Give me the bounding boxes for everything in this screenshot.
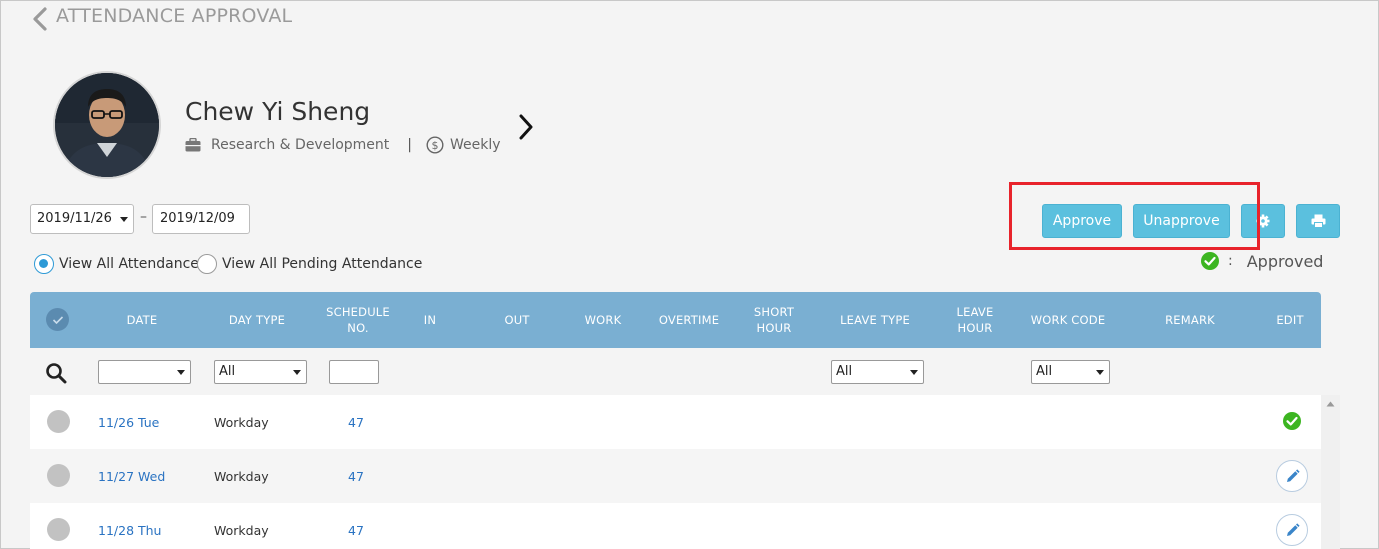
chevron-down-icon — [293, 370, 301, 375]
edit-button[interactable] — [1276, 514, 1308, 546]
table-header: DATE DAY TYPE SCHEDULE NO. IN OUT WORK OV… — [30, 292, 1321, 348]
radio-view-all[interactable]: View All Attendance — [34, 253, 199, 275]
col-schedule-no[interactable]: SCHEDULE NO. — [322, 292, 394, 348]
chevron-down-icon — [910, 370, 918, 375]
radio-view-all-circle[interactable] — [34, 254, 54, 274]
table-row[interactable]: 11/26 Tue Workday 47 — [30, 395, 1321, 449]
row-schedule-no[interactable]: 47 — [348, 449, 364, 503]
work-code-filter-value: All — [1036, 364, 1053, 379]
row-day-type: Workday — [214, 414, 269, 430]
col-in[interactable]: IN — [415, 292, 445, 348]
row-checkbox[interactable] — [47, 464, 70, 487]
radio-view-all-label: View All Attendance — [59, 256, 199, 272]
row-day-type: Workday — [214, 468, 269, 484]
row-date-link[interactable]: 11/28 Thu — [98, 503, 161, 549]
table-scrollbar[interactable] — [1321, 395, 1340, 549]
legend-approved-label: Approved — [1246, 251, 1324, 271]
check-icon — [52, 315, 63, 324]
legend-colon: : — [1228, 253, 1233, 269]
employee-meta: Research & Development | $ Weekly — [185, 134, 501, 156]
briefcase-icon — [185, 138, 201, 152]
next-employee-chevron-icon[interactable] — [516, 113, 536, 141]
table-row[interactable]: 11/28 Thu Workday 47 — [30, 503, 1321, 549]
schedule-no-filter-input[interactable] — [329, 360, 379, 384]
date-from-select[interactable]: 2019/11/26 — [30, 204, 134, 234]
day-type-filter-value: All — [219, 364, 236, 379]
day-type-filter-select[interactable]: All — [214, 360, 307, 384]
date-range-dash: – — [140, 209, 147, 225]
print-icon — [1311, 214, 1325, 228]
approve-actions-highlight — [1009, 182, 1260, 250]
leave-type-filter-select[interactable]: All — [831, 360, 924, 384]
employee-avatar — [53, 71, 161, 179]
col-day-type[interactable]: DAY TYPE — [222, 292, 292, 348]
row-checkbox[interactable] — [47, 410, 70, 433]
radio-view-pending-circle[interactable] — [197, 254, 217, 274]
date-filter-select[interactable] — [98, 360, 191, 384]
row-checkbox[interactable] — [47, 518, 70, 541]
row-date-link[interactable]: 11/27 Wed — [98, 449, 165, 503]
dollar-circle-icon: $ — [426, 136, 444, 154]
meta-separator: | — [407, 137, 412, 153]
approved-check-icon — [1283, 412, 1301, 430]
col-out[interactable]: OUT — [497, 292, 537, 348]
col-short-hour[interactable]: SHORT HOUR — [749, 292, 799, 348]
select-all-checkbox[interactable] — [46, 308, 69, 331]
work-code-filter-select[interactable]: All — [1031, 360, 1110, 384]
filter-row: All All All — [30, 348, 1321, 395]
row-schedule-no[interactable]: 47 — [348, 395, 364, 449]
print-button[interactable] — [1296, 204, 1340, 238]
col-work[interactable]: WORK — [578, 292, 628, 348]
radio-view-pending[interactable]: View All Pending Attendance — [197, 253, 422, 275]
approved-legend: : Approved — [1201, 250, 1323, 272]
chevron-down-icon — [177, 370, 185, 375]
back-chevron-icon[interactable] — [31, 7, 49, 31]
col-work-code[interactable]: WORK CODE — [1023, 292, 1113, 348]
date-to-input[interactable]: 2019/12/09 — [152, 204, 250, 234]
table-row[interactable]: 11/27 Wed Workday 47 — [30, 449, 1321, 503]
employee-name: Chew Yi Sheng — [185, 97, 371, 126]
radio-view-pending-label: View All Pending Attendance — [222, 256, 423, 272]
date-from-value: 2019/11/26 — [37, 211, 112, 226]
col-leave-hour[interactable]: LEAVE HOUR — [950, 292, 1000, 348]
employee-department: Research & Development — [211, 137, 390, 153]
svg-text:$: $ — [432, 139, 439, 152]
col-leave-type[interactable]: LEAVE TYPE — [830, 292, 920, 348]
col-date[interactable]: DATE — [112, 292, 172, 348]
page-title: ATTENDANCE APPROVAL — [56, 5, 293, 27]
pencil-icon — [1286, 468, 1300, 482]
edit-button[interactable] — [1276, 460, 1308, 492]
row-schedule-no[interactable]: 47 — [348, 503, 364, 549]
row-day-type: Workday — [214, 522, 269, 538]
col-edit[interactable]: EDIT — [1270, 292, 1310, 348]
pencil-icon — [1286, 522, 1300, 536]
col-overtime[interactable]: OVERTIME — [654, 292, 724, 348]
row-date-link[interactable]: 11/26 Tue — [98, 395, 159, 449]
employee-pay-cycle: Weekly — [450, 137, 501, 153]
approved-check-icon — [1201, 252, 1219, 270]
leave-type-filter-value: All — [836, 364, 853, 379]
chevron-down-icon — [1096, 370, 1104, 375]
scroll-up-arrow-icon[interactable] — [1326, 401, 1335, 407]
chevron-down-icon — [120, 217, 128, 222]
col-remark[interactable]: REMARK — [1155, 292, 1225, 348]
search-icon[interactable] — [45, 362, 67, 384]
